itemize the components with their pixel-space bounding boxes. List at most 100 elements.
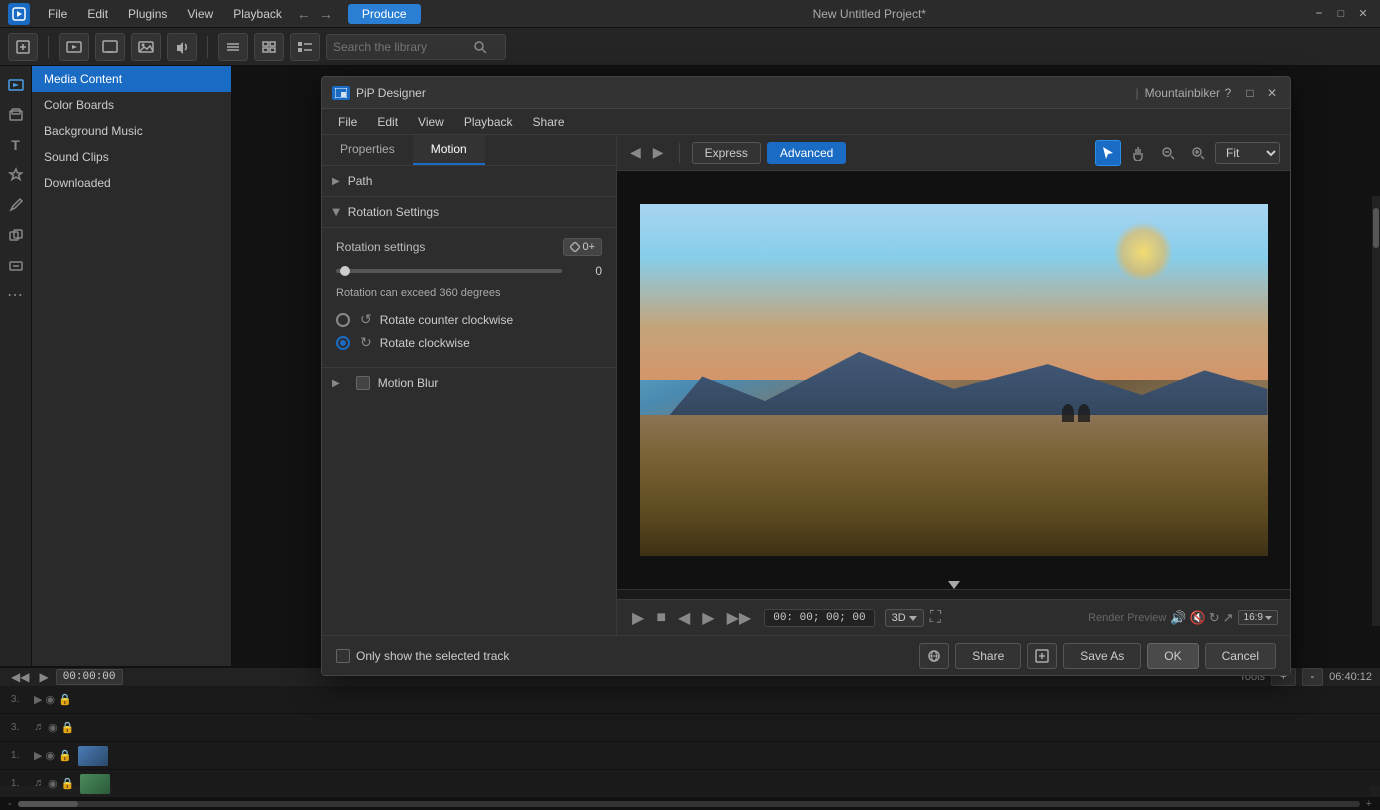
zoom-in-tool[interactable] <box>1185 140 1211 166</box>
panel-sound-clips[interactable]: Sound Clips <box>32 144 231 170</box>
globe-button[interactable] <box>919 643 949 669</box>
cursor-tool[interactable] <box>1095 140 1121 166</box>
share-button[interactable]: Share <box>955 643 1021 669</box>
search-input[interactable] <box>333 40 473 54</box>
row-lock-icon[interactable]: 🔒 <box>58 749 72 762</box>
new-project-button[interactable] <box>8 33 38 61</box>
pip-help-button[interactable]: ? <box>1220 85 1236 101</box>
zoom-out-tool[interactable] <box>1155 140 1181 166</box>
zoom-plus-button[interactable]: + <box>1366 798 1372 810</box>
tl-zoom-out-button[interactable]: - <box>1302 668 1324 686</box>
list-view-button[interactable] <box>218 33 248 61</box>
rotation-section-header[interactable]: ▶ Rotation Settings <box>322 197 616 228</box>
save-template-button[interactable] <box>1027 643 1057 669</box>
hand-tool[interactable] <box>1125 140 1151 166</box>
quality-selector[interactable]: 16:9 <box>1238 610 1278 625</box>
row-audio-icon[interactable]: ♬ <box>34 777 45 790</box>
sidebar-overlay-icon[interactable] <box>3 222 29 248</box>
media-button[interactable] <box>59 33 89 61</box>
fullscreen-button[interactable]: ⛶ <box>930 609 941 627</box>
pip-menu-playback[interactable]: Playback <box>456 113 521 131</box>
grid-view-button[interactable] <box>254 33 284 61</box>
fast-forward-button[interactable]: ▶▶ <box>724 608 755 628</box>
image-button[interactable] <box>131 33 161 61</box>
stop-button[interactable]: ■ <box>653 609 669 627</box>
save-as-button[interactable]: Save As <box>1063 643 1141 669</box>
panel-media-content[interactable]: Media Content <box>32 66 231 92</box>
minimize-icon[interactable]: ⎯ <box>1310 5 1328 23</box>
screen-button[interactable] <box>95 33 125 61</box>
play-button[interactable]: ▶ <box>629 608 647 628</box>
row-eye-icon[interactable]: ◉ <box>48 721 58 734</box>
prev-frame-button[interactable]: ◀ <box>675 608 693 628</box>
row-lock-icon[interactable]: 🔒 <box>61 721 75 734</box>
volume-icon[interactable]: 🔊 <box>1170 610 1186 626</box>
timeline-clip[interactable] <box>78 746 108 766</box>
row-lock-icon[interactable]: 🔒 <box>58 693 72 706</box>
maximize-icon[interactable]: □ <box>1332 5 1350 23</box>
menu-file[interactable]: File <box>40 5 75 23</box>
menu-plugins[interactable]: Plugins <box>120 5 175 23</box>
zoom-minus-button[interactable]: - <box>8 798 12 810</box>
only-track-checkbox[interactable] <box>336 649 350 663</box>
cancel-button[interactable]: Cancel <box>1205 643 1276 669</box>
only-show-track-toggle[interactable]: Only show the selected track <box>336 649 509 663</box>
export-icon[interactable]: ↗ <box>1223 610 1234 626</box>
next-frame-button[interactable]: ▶ <box>699 608 717 628</box>
menu-view[interactable]: View <box>179 5 221 23</box>
menu-playback[interactable]: Playback <box>225 5 290 23</box>
redo-button[interactable]: → <box>316 6 336 22</box>
rotation-keyframe-button[interactable]: 0+ <box>563 238 602 256</box>
path-section-header[interactable]: ▶ Path <box>322 166 616 197</box>
motion-blur-checkbox[interactable] <box>356 376 370 390</box>
sidebar-more-icon[interactable]: ⋯ <box>3 282 29 308</box>
row-eye-icon[interactable]: ◉ <box>45 693 55 706</box>
advanced-button[interactable]: Advanced <box>767 142 846 164</box>
produce-button[interactable]: Produce <box>348 4 421 24</box>
panel-downloaded[interactable]: Downloaded <box>32 170 231 196</box>
audio-button[interactable] <box>167 33 197 61</box>
row-video-icon[interactable]: ▶ <box>34 749 42 762</box>
tab-properties[interactable]: Properties <box>322 135 413 165</box>
sidebar-media-icon[interactable] <box>3 72 29 98</box>
sidebar-edit-icon[interactable] <box>3 192 29 218</box>
timeline-audio-clip[interactable] <box>80 774 110 794</box>
pip-menu-view[interactable]: View <box>410 113 452 131</box>
pip-menu-file[interactable]: File <box>330 113 365 131</box>
loop-icon[interactable]: ↻ <box>1209 610 1220 626</box>
row-eye-icon[interactable]: ◉ <box>45 749 55 762</box>
panel-background-music[interactable]: Background Music <box>32 118 231 144</box>
tl-play-button[interactable]: ▶ <box>36 670 51 684</box>
mute-icon[interactable]: 🔇 <box>1190 610 1206 626</box>
timeline-scrollbar[interactable] <box>18 801 1360 807</box>
row-audio-icon[interactable]: ♬ <box>34 721 45 734</box>
express-button[interactable]: Express <box>692 142 761 164</box>
sidebar-effects-icon[interactable] <box>3 162 29 188</box>
preview-forward-button[interactable]: ▶ <box>650 144 667 161</box>
pip-menu-share[interactable]: Share <box>525 113 573 131</box>
sidebar-color-icon[interactable] <box>3 102 29 128</box>
row-lock-icon[interactable]: 🔒 <box>61 777 75 790</box>
preview-back-button[interactable]: ◀ <box>627 144 644 161</box>
fit-selector[interactable]: Fit 25% 50% 100% <box>1215 142 1280 164</box>
close-icon[interactable]: ✕ <box>1354 5 1372 23</box>
detail-view-button[interactable] <box>290 33 320 61</box>
pip-menu-edit[interactable]: Edit <box>369 113 406 131</box>
rotation-slider-track[interactable] <box>336 269 562 273</box>
row-eye-icon[interactable]: ◉ <box>48 777 58 790</box>
3d-mode-button[interactable]: 3D <box>885 609 924 627</box>
tab-motion[interactable]: Motion <box>413 135 485 165</box>
undo-button[interactable]: ← <box>294 6 314 22</box>
row-video-icon[interactable]: ▶ <box>34 693 42 706</box>
ok-button[interactable]: OK <box>1147 643 1198 669</box>
sidebar-text-icon[interactable]: T <box>3 132 29 158</box>
rotation-slider-thumb[interactable] <box>340 266 350 276</box>
timeline-scroll-thumb[interactable] <box>18 801 78 807</box>
tl-back-button[interactable]: ◀◀ <box>8 670 32 684</box>
pip-maximize-button[interactable]: □ <box>1242 85 1258 101</box>
pip-close-button[interactable]: ✕ <box>1264 85 1280 101</box>
radio-cw[interactable] <box>336 336 350 350</box>
menu-edit[interactable]: Edit <box>79 5 116 23</box>
panel-color-boards[interactable]: Color Boards <box>32 92 231 118</box>
radio-ccw[interactable] <box>336 313 350 327</box>
